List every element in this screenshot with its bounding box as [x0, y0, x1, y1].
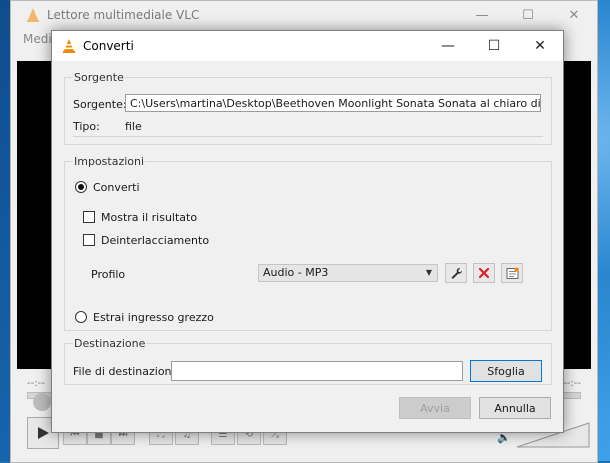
type-label: Tipo: [73, 120, 100, 133]
profile-label: Profilo [91, 268, 126, 281]
settings-group-title: Impostazioni [73, 155, 146, 168]
source-label: Sorgente: [73, 98, 127, 111]
dialog-title: Converti [83, 39, 134, 53]
deinterlace-checkbox[interactable] [83, 234, 95, 246]
destination-group-title: Destinazione [73, 337, 147, 350]
vlc-minimize-button[interactable]: — [459, 1, 505, 29]
destination-group: Destinazione File di destinazione: Sfogl… [64, 337, 552, 385]
source-separator [73, 136, 543, 137]
dialog-close-button[interactable]: ✕ [517, 31, 563, 61]
wrench-icon [451, 267, 462, 279]
show-result-checkbox[interactable] [83, 211, 95, 223]
convert-dialog: Converti — ☐ ✕ Sorgente Sorgente: C:\Use… [51, 30, 564, 433]
dialog-window-controls: — ☐ ✕ [425, 31, 563, 61]
vlc-window-controls: — ☐ ✕ [459, 1, 597, 29]
profile-select[interactable]: Audio - MP3 ▼ [258, 264, 438, 282]
dialog-maximize-button[interactable]: ☐ [471, 31, 517, 61]
destination-file-label: File di destinazione: [73, 365, 183, 378]
convert-radio[interactable] [75, 181, 87, 193]
new-profile-button[interactable] [501, 263, 523, 283]
dropdown-arrow-icon: ▼ [425, 268, 432, 277]
raw-input-label: Estrai ingresso grezzo [93, 311, 214, 324]
deinterlace-label: Deinterlacciamento [101, 234, 210, 247]
play-icon [38, 427, 49, 439]
source-group-title: Sorgente [73, 71, 125, 84]
vlc-maximize-button[interactable]: ☐ [505, 1, 551, 29]
vlc-cone-icon [27, 8, 39, 22]
cancel-button[interactable]: Annulla [479, 397, 551, 419]
total-time: --:-- [563, 378, 581, 389]
vlc-window-title: Lettore multimediale VLC [47, 8, 200, 22]
elapsed-time: --:-- [27, 378, 45, 389]
new-profile-icon [506, 267, 518, 279]
destination-file-input[interactable] [171, 361, 463, 381]
edit-profile-button[interactable] [445, 263, 467, 283]
record-icon[interactable] [33, 393, 51, 411]
raw-input-radio[interactable] [75, 311, 87, 323]
delete-icon [478, 267, 490, 279]
vlc-cone-icon [63, 39, 75, 53]
delete-profile-button[interactable] [473, 263, 495, 283]
type-value: file [125, 120, 142, 133]
start-button[interactable]: Avvia [399, 397, 471, 419]
source-path-field[interactable]: C:\Users\martina\Desktop\Beethoven Moonl… [125, 94, 541, 112]
show-result-label: Mostra il risultato [101, 211, 198, 224]
browse-button[interactable]: Sfoglia [470, 360, 542, 382]
vlc-close-button[interactable]: ✕ [551, 1, 597, 29]
settings-group: Impostazioni Converti Mostra il risultat… [64, 155, 552, 331]
profile-selected-value: Audio - MP3 [263, 266, 329, 279]
source-group: Sorgente Sorgente: C:\Users\martina\Desk… [64, 71, 552, 145]
convert-radio-label: Converti [93, 181, 140, 194]
dialog-minimize-button[interactable]: — [425, 31, 471, 61]
